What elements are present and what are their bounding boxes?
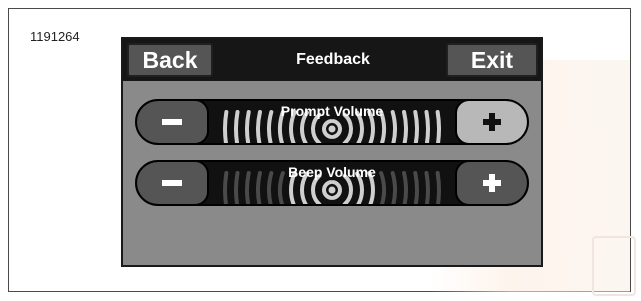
wave-arc [342, 173, 353, 204]
watermark-logo [592, 236, 636, 296]
exit-button[interactable]: Exit [446, 43, 538, 77]
figure-id: 1191264 [30, 29, 80, 44]
wave-arc [311, 173, 322, 204]
page-title: Feedback [296, 51, 370, 68]
wave-center-dot [328, 186, 336, 194]
wave-arc [311, 112, 322, 143]
wave-center-dot [328, 125, 336, 133]
beep-volume-label: Beep Volume [288, 164, 376, 180]
back-button[interactable]: Back [127, 43, 213, 77]
beep-volume-slider[interactable]: Beep Volume [135, 160, 529, 206]
prompt-volume-label: Prompt Volume [280, 103, 384, 119]
feedback-screen: Back Feedback Exit Prompt Volume Beep Vo… [121, 37, 543, 267]
minus-icon [162, 119, 182, 125]
prompt-volume-slider[interactable]: Prompt Volume [135, 99, 529, 145]
minus-icon [162, 180, 182, 186]
wave-arc [342, 112, 353, 143]
header-bar: Back Feedback Exit [123, 39, 541, 81]
